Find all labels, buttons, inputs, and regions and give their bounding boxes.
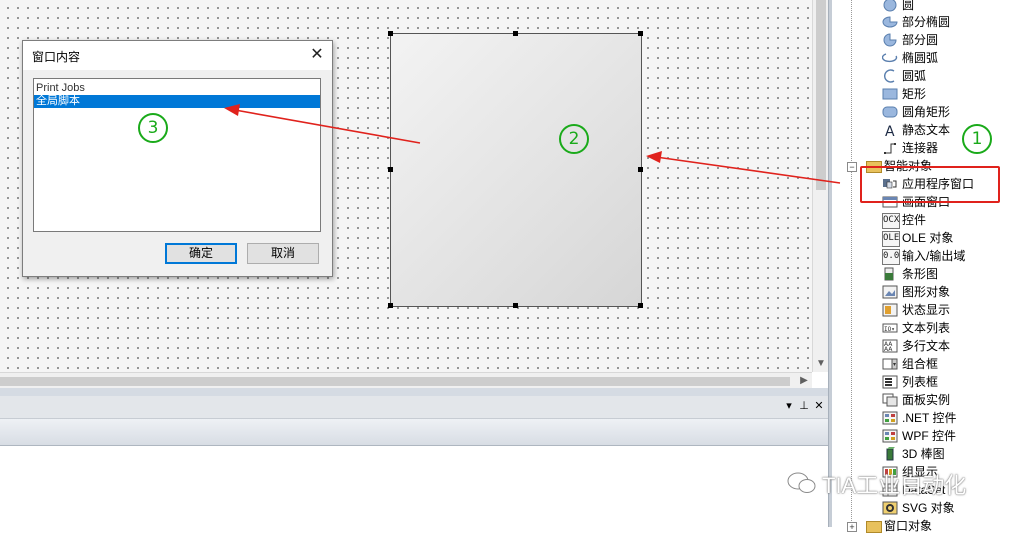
watermark-text: TIA工业自动化 xyxy=(822,473,967,498)
splitter[interactable] xyxy=(0,388,832,396)
status-display-icon xyxy=(882,303,898,317)
pin-icon[interactable]: ⊥ xyxy=(797,399,811,413)
toolbox-tree: 圆 部分椭圆 部分圆 椭圆弧 圆弧 矩形 圆角矩形 A 静态文本 连接器 − 智… xyxy=(832,0,1026,533)
close-icon[interactable]: ✕ xyxy=(812,399,826,413)
rectangle-icon xyxy=(882,88,898,100)
svg-text:IO▾: IO▾ xyxy=(884,326,895,333)
partial-ellipse-icon xyxy=(882,16,898,28)
listbox-icon xyxy=(882,375,898,389)
combobox-icon xyxy=(882,358,898,370)
highlight-box xyxy=(860,166,1000,203)
partial-circle-icon xyxy=(883,33,897,47)
ellipse-arc-icon xyxy=(882,53,898,63)
text-list-icon: IO▾ xyxy=(882,323,898,333)
faceplate-icon xyxy=(882,393,898,407)
dotnet-icon xyxy=(882,411,898,425)
list-item[interactable]: Print Jobs xyxy=(34,82,320,95)
vertical-scroll-thumb[interactable] xyxy=(816,0,826,190)
resize-handle[interactable] xyxy=(388,167,393,172)
annotation-number-2: 2 xyxy=(559,124,589,154)
resize-handle[interactable] xyxy=(638,31,643,36)
resize-handle[interactable] xyxy=(513,303,518,308)
resize-handle[interactable] xyxy=(513,31,518,36)
properties-panel-toolbar xyxy=(0,419,828,446)
dialog-title: 窗口内容 xyxy=(32,50,81,64)
svg-icon xyxy=(882,501,898,515)
resize-handle[interactable] xyxy=(388,31,393,36)
svg-text:A: A xyxy=(885,124,895,137)
arc-icon xyxy=(884,69,895,83)
close-icon[interactable]: ✕ xyxy=(306,44,328,66)
resize-handle[interactable] xyxy=(388,303,393,308)
ocx-icon: OCX xyxy=(882,213,900,229)
window-content-listbox[interactable]: Print Jobs 全局脚本 xyxy=(33,78,321,232)
resize-handle[interactable] xyxy=(638,303,643,308)
canvas-horizontal-scrollbar[interactable]: ▶ xyxy=(0,372,812,389)
tree-guide-line xyxy=(851,0,852,527)
resize-handle[interactable] xyxy=(638,167,643,172)
ole-icon: OLE xyxy=(882,231,900,247)
annotation-number-3: 3 xyxy=(138,113,168,143)
properties-panel-header: ▾ ⊥ ✕ xyxy=(0,396,828,419)
connector-icon xyxy=(884,143,896,154)
list-item-selected[interactable]: 全局脚本 xyxy=(34,95,320,108)
bar3d-icon xyxy=(886,447,895,461)
horizontal-scroll-thumb[interactable] xyxy=(0,377,790,386)
folder-icon xyxy=(866,521,882,533)
ok-button[interactable]: 确定 xyxy=(165,243,237,264)
canvas-vertical-scrollbar[interactable]: ▼ xyxy=(812,0,829,372)
wpf-icon xyxy=(882,429,898,443)
static-text-icon: A xyxy=(885,124,895,137)
cancel-button[interactable]: 取消 xyxy=(247,243,319,264)
window-contents-dialog: 窗口内容 ✕ Print Jobs 全局脚本 确定 取消 xyxy=(22,40,333,277)
wechat-logo-icon xyxy=(787,472,816,493)
svg-text:AA: AA xyxy=(884,346,893,353)
multiline-text-icon: AAAA xyxy=(882,339,898,353)
properties-panel-body xyxy=(0,446,828,527)
circle-icon xyxy=(883,0,897,12)
rounded-rectangle-icon xyxy=(882,106,898,118)
scroll-right-arrow-icon[interactable]: ▶ xyxy=(796,373,812,389)
collapse-icon[interactable]: − xyxy=(847,162,857,172)
annotation-number-1: 1 xyxy=(962,124,992,154)
expand-icon[interactable]: + xyxy=(847,522,857,532)
bar-icon xyxy=(884,267,894,281)
io-field-icon: 0.0 xyxy=(882,249,900,265)
scroll-down-arrow-icon[interactable]: ▼ xyxy=(813,356,829,372)
dialog-title-bar: 窗口内容 ✕ xyxy=(23,41,332,70)
dropdown-icon[interactable]: ▾ xyxy=(782,399,796,413)
application-window-object[interactable] xyxy=(388,31,643,308)
graphic-object-icon xyxy=(882,285,898,299)
